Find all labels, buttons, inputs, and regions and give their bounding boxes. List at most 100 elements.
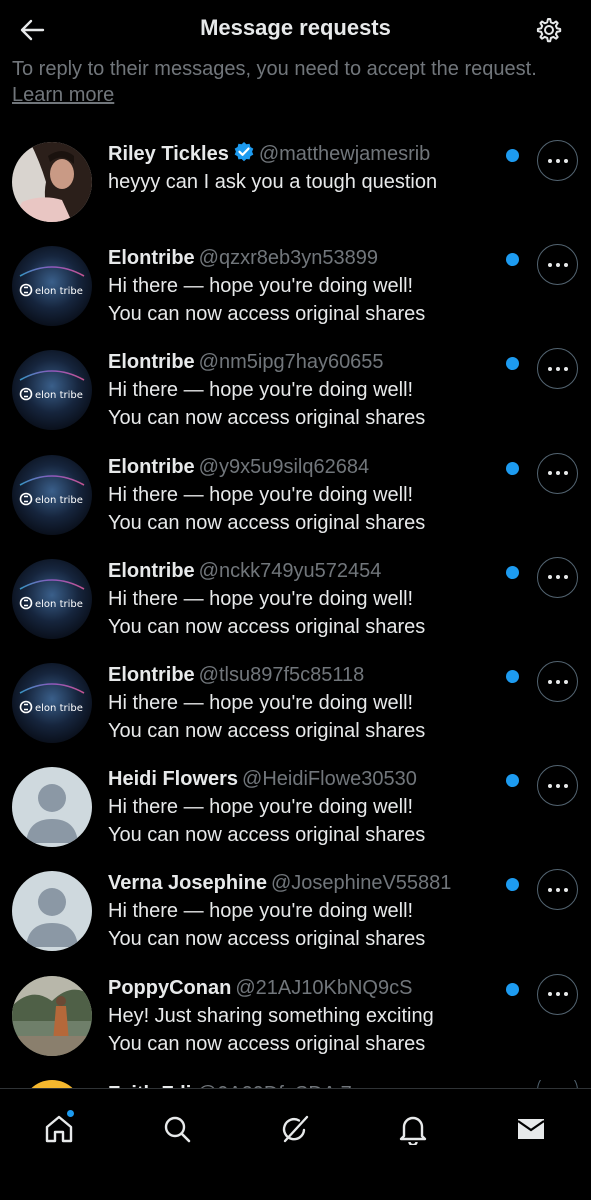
message-preview: PoppyConan @21AJ10KbNQ9cS Hey! Just sharin… (108, 974, 488, 1058)
more-options-button[interactable] (537, 661, 578, 702)
more-options-button[interactable] (537, 765, 578, 807)
sender-handle: @nckk749yu572454 (198, 559, 382, 582)
more-dot (555, 471, 560, 476)
elon-tribe-logo: elon tribe (12, 663, 92, 743)
message-line-1: Hi there — hope you're doing well! (108, 692, 414, 714)
message-line-1: Hey! Just sharing something exciting (108, 1004, 434, 1027)
message-request-item[interactable]: elon tribe Elontribe @y9x5u9silq62684 Hi th… (0, 449, 591, 553)
message-line-2: You can now access original shares (108, 928, 426, 951)
learn-more-link[interactable]: Learn more (12, 82, 114, 108)
svg-text:elon tribe: elon tribe (35, 390, 83, 401)
elon-tribe-logo: elon tribe (12, 558, 92, 639)
message-line-2: You can now access original shares (108, 407, 426, 430)
more-options-button[interactable] (537, 244, 578, 286)
avatar[interactable]: elon tribe (12, 558, 92, 639)
top-bar: Message requests (0, 0, 591, 58)
svg-text:elon tribe: elon tribe (35, 599, 83, 610)
message-request-item[interactable]: elon tribe Elontribe @qzxr8eb3yn53899 Hi th… (0, 240, 591, 344)
message-line-2: You can now access original shares (108, 720, 426, 742)
message-line-1: Hi there — hope you're doing well! (108, 796, 414, 819)
sender-name: Elontribe (108, 559, 195, 582)
message-line-2: You can now access original shares (108, 615, 426, 638)
avatar[interactable] (12, 871, 92, 952)
nav-home[interactable] (37, 1107, 81, 1151)
sender-line: PoppyConan @21AJ10KbNQ9cS (108, 974, 488, 1002)
avatar[interactable] (12, 767, 92, 848)
sender-name: Verna Josephine (108, 872, 267, 895)
more-options-button[interactable] (537, 348, 578, 390)
sender-line: Elontribe @nm5ipg7hay60655 (108, 348, 488, 376)
message-preview: Heidi Flowers @HeidiFlowe30530 Hi there — … (108, 765, 488, 849)
more-dot (555, 992, 560, 997)
message-line-2: You can now access original shares (108, 1032, 426, 1055)
svg-text:elon tribe: elon tribe (35, 495, 83, 506)
sender-handle: @y9x5u9silq62684 (198, 455, 370, 478)
sender-line: Elontribe @nckk749yu572454 (108, 557, 488, 585)
avatar[interactable] (12, 975, 92, 1056)
sender-name: Elontribe (108, 455, 195, 478)
more-dot (547, 366, 552, 371)
message-request-item[interactable]: Verna Josephine @JosephineV55881 Hi there … (0, 865, 591, 969)
more-options-button[interactable] (537, 140, 578, 181)
more-dot (547, 679, 552, 684)
sender-handle: @tlsu897f5c85118 (198, 664, 365, 686)
nav-search[interactable] (155, 1107, 199, 1151)
requests-notice: To reply to their messages, you need to … (12, 56, 582, 108)
avatar[interactable] (12, 142, 92, 222)
profile-photo (12, 975, 92, 1056)
more-dot (555, 679, 560, 684)
elon-tribe-logo: elon tribe (12, 350, 92, 431)
message-request-item[interactable]: elon tribe Elontribe @nm5ipg7hay60655 Hi th… (0, 344, 591, 448)
more-dot (547, 158, 552, 163)
sender-line: Elontribe @qzxr8eb3yn53899 (108, 244, 488, 272)
message-request-item[interactable]: PoppyConan @21AJ10KbNQ9cS Hey! Just sharin… (0, 970, 591, 1074)
more-options-button[interactable] (537, 869, 578, 911)
more-dot (563, 575, 568, 580)
message-request-item[interactable]: elon tribe Elontribe @tlsu897f5c85118 Hi th… (0, 657, 591, 761)
more-dot (563, 992, 568, 997)
message-request-item[interactable]: elon tribe Elontribe @nckk749yu572454 Hi th… (0, 553, 591, 657)
more-options-button[interactable] (537, 452, 578, 494)
message-line-1: Hi there — hope you're doing well! (108, 379, 414, 402)
more-dot (555, 366, 560, 371)
nav-notifications[interactable] (391, 1107, 435, 1151)
avatar[interactable]: elon tribe (12, 350, 92, 431)
more-dot (547, 262, 552, 267)
envelope-icon (517, 1119, 545, 1139)
gear-icon (536, 18, 562, 43)
sender-line: Verna Josephine @JosephineV55881 (108, 869, 488, 897)
sender-name: Heidi Flowers (108, 768, 239, 791)
nav-messages[interactable] (509, 1107, 553, 1151)
elon-tribe-logo: elon tribe (12, 246, 92, 327)
message-line-1: heyyy can I ask you a tough question (108, 171, 438, 193)
search-icon (164, 1116, 191, 1143)
unread-dot (506, 982, 519, 996)
nav-grok[interactable] (273, 1107, 317, 1151)
more-options-button[interactable] (537, 556, 578, 598)
avatar[interactable]: elon tribe (12, 246, 92, 327)
more-options-button[interactable] (537, 973, 578, 1015)
sender-line: Elontribe @y9x5u9silq62684 (108, 453, 488, 481)
more-dot (555, 575, 560, 580)
unread-dot (506, 357, 519, 371)
grok-icon (282, 1115, 309, 1143)
sender-handle: @JosephineV55881 (270, 872, 452, 895)
sender-name: Elontribe (108, 247, 195, 270)
message-line-2: You can now access original shares (108, 511, 426, 534)
more-dot (547, 887, 552, 892)
verified-badge-icon (234, 142, 254, 162)
settings-button[interactable] (531, 12, 567, 48)
message-preview: Elontribe @qzxr8eb3yn53899 Hi there — hope… (108, 244, 488, 328)
message-request-item[interactable]: Heidi Flowers @HeidiFlowe30530 Hi there — … (0, 761, 591, 865)
avatar[interactable]: elon tribe (12, 454, 92, 535)
more-dot (563, 158, 568, 163)
more-dot (547, 471, 552, 476)
more-dot (547, 992, 552, 997)
message-request-item[interactable]: Riley Tickles @matthewjamesrib heyyy can I… (0, 136, 591, 240)
svg-text:elon tribe: elon tribe (35, 286, 83, 297)
avatar[interactable]: elon tribe (12, 663, 92, 743)
sender-line: Elontribe @tlsu897f5c85118 (108, 661, 488, 689)
bottom-navigation (0, 1088, 591, 1200)
more-dot (563, 471, 568, 476)
sender-handle: @nm5ipg7hay60655 (198, 351, 384, 374)
